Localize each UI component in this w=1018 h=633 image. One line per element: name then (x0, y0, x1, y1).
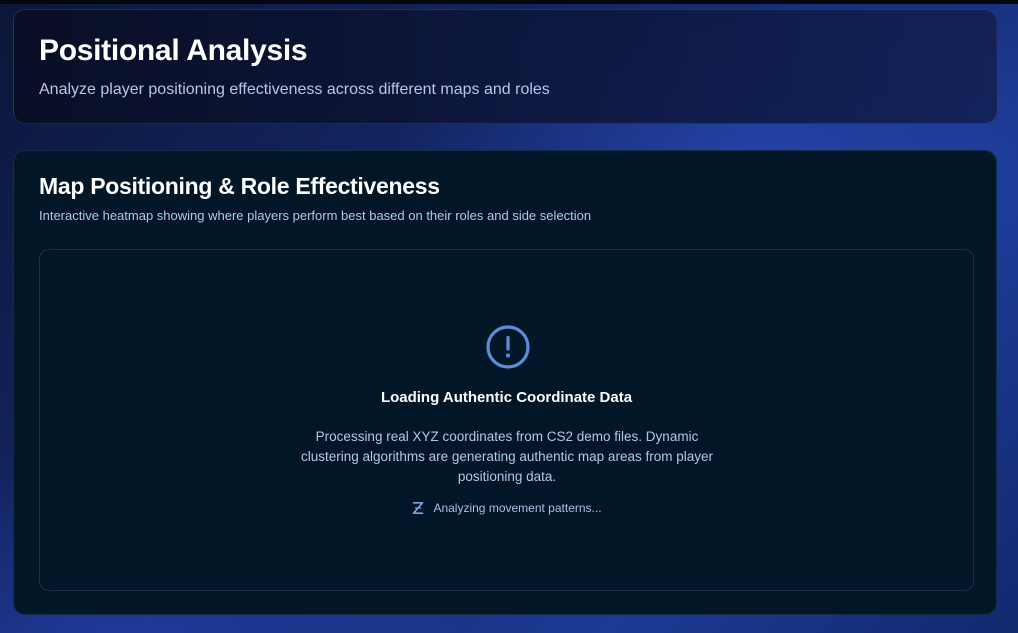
header-card: Positional Analysis Analyze player posit… (13, 9, 997, 124)
loading-description: Processing real XYZ coordinates from CS2… (301, 429, 713, 484)
heatmap-panel: Loading Authentic Coordinate Data Proces… (39, 249, 974, 591)
top-strip (0, 0, 1018, 4)
section-title: Map Positioning & Role Effectiveness (39, 173, 440, 199)
loading-status-text: Analyzing movement patterns... (433, 501, 602, 515)
loading-status: Analyzing movement patterns... (40, 501, 973, 515)
positioning-card: Map Positioning & Role Effectiveness Int… (13, 150, 997, 615)
alert-circle-icon (486, 325, 530, 369)
page-subtitle: Analyze player positioning effectiveness… (39, 81, 550, 98)
loading-title: Loading Authentic Coordinate Data (380, 389, 633, 406)
section-subtitle: Interactive heatmap showing where player… (39, 208, 592, 223)
page-title: Positional Analysis (39, 34, 308, 67)
hourglass-icon (413, 502, 424, 514)
